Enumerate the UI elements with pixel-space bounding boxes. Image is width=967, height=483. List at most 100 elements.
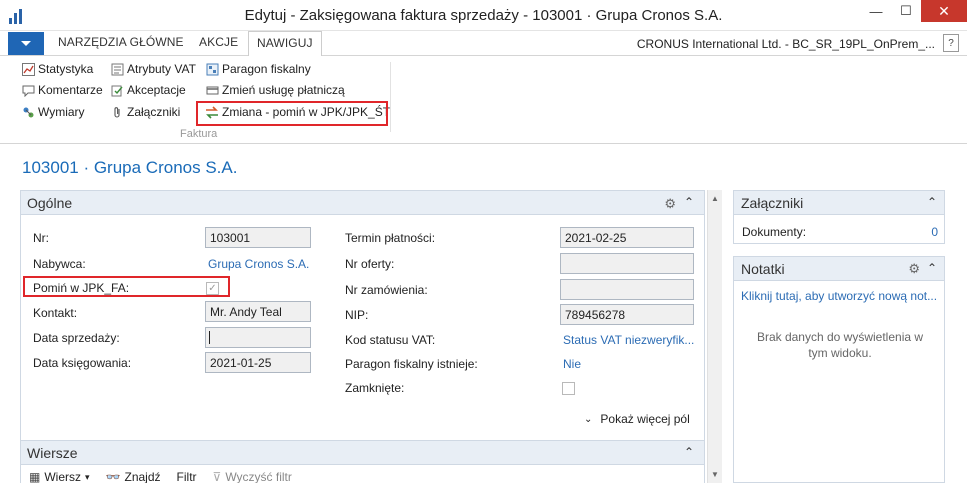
chevron-up-icon[interactable]: ⌃ [927,261,937,275]
title-bar: Edytuj - Zaksięgowana faktura sprzedaży … [0,0,967,31]
tab-akcje[interactable]: AKCJE [199,35,238,49]
notes-factbox: Notatki ⚙ ⌃ Kliknij tutaj, aby utworzyć … [733,256,945,483]
grid-icon: ▦ [29,470,41,483]
ribbon-group-label: Faktura [180,128,218,140]
lines-filter-button[interactable]: Filtr [177,470,197,483]
data-sprzedazy-field[interactable] [205,327,311,348]
paragon-fiskalny-istnieje-link[interactable]: Nie [563,357,581,371]
chevron-up-icon[interactable]: ⌃ [684,445,694,459]
notes-factbox-header[interactable]: Notatki ⚙ ⌃ [734,257,944,281]
nr-oferty-field[interactable] [560,253,694,274]
ribbon-akceptacje-button[interactable]: Akceptacje [110,83,186,97]
ribbon-label: Zmień usługę płatniczą [222,83,345,97]
nr-field[interactable]: 103001 [205,227,311,248]
vertical-scrollbar[interactable]: ▲ ▼ [707,190,722,483]
binoculars-icon: 👓 [105,470,121,483]
lines-find-button[interactable]: 👓 Znajdź [106,470,161,483]
paragon-fiskalny-istnieje-label: Paragon fiskalny istnieje: [345,357,478,371]
fiscal-receipt-icon [205,62,219,76]
ribbon-atrybuty-vat-button[interactable]: Atrybuty VAT [110,62,196,76]
clear-filter-icon: ⊽ [212,470,222,483]
attachments-factbox: Załączniki ⌃ Dokumenty: 0 [733,190,945,244]
show-more-fields-button[interactable]: ⌄ Pokaż więcej pól [584,412,690,426]
ribbon-label: Statystyka [38,62,94,76]
statistics-icon [21,62,35,76]
zamkniete-checkbox[interactable] [562,382,575,395]
tab-nawiguj[interactable]: NAWIGUJ [248,31,322,57]
ribbon-statystyka-button[interactable]: Statystyka [21,62,93,76]
termin-platnosci-field[interactable]: 2021-02-25 [560,227,694,248]
kod-statusu-vat-link[interactable]: Status VAT niezweryfik... [563,333,694,347]
lines-wiersz-menu[interactable]: ▦ Wiersz ▾ [29,470,90,483]
kod-statusu-vat-label: Kod statusu VAT: [345,333,436,347]
text-cursor [209,331,210,344]
factbox-title: Załączniki [741,195,804,211]
nip-field[interactable]: 789456278 [560,304,694,325]
ribbon-komentarze-button[interactable]: Komentarze [21,83,103,97]
documents-count-link[interactable]: 0 [931,225,938,239]
window-title: Edytuj - Zaksięgowana faktura sprzedaży … [244,7,723,24]
ribbon-zmien-usluge-platnicza-button[interactable]: Zmień usługę płatniczą [205,83,345,97]
scroll-down-icon[interactable]: ▼ [711,470,719,479]
payment-service-icon [205,83,219,97]
ribbon-label: Paragon fiskalny [222,62,311,76]
gear-icon[interactable]: ⚙ [664,196,676,212]
zamkniete-label: Zamknięte: [345,381,405,395]
ribbon-label: Załączniki [127,105,181,119]
highlight-box [196,101,388,126]
chevron-up-icon[interactable]: ⌃ [927,195,937,209]
show-more-label: Pokaż więcej pól [600,412,690,426]
general-fasttab-body: Nr: 103001 Nabywca: Grupa Cronos S.A. Po… [21,215,704,458]
tool-label: Wiersz [44,470,82,483]
chevron-down-icon: ⌄ [584,413,593,425]
ribbon-label: Wymiary [38,105,85,119]
ribbon-tab-bar: NARZĘDZIA GŁÓWNE AKCJE NAWIGUJ CRONUS In… [0,31,967,57]
data-ksiegowania-field[interactable]: 2021-01-25 [205,352,311,373]
tab-narzedzia-glowne[interactable]: NARZĘDZIA GŁÓWNE [58,35,184,49]
file-menu-button[interactable] [8,32,44,55]
fasttab-title: Wiersze [27,445,78,461]
chevron-up-icon[interactable]: ⌃ [684,195,694,209]
close-button[interactable]: ✕ [921,0,967,22]
nr-label: Nr: [33,231,49,245]
create-note-link[interactable]: Kliknij tutaj, aby utworzyć nową not... [741,289,937,303]
comments-icon [21,83,35,97]
lines-clear-filter-button[interactable]: ⊽ Wyczyść filtr [213,470,292,483]
fasttab-title: Ogólne [27,195,73,211]
ribbon-label: Komentarze [38,83,103,97]
help-icon[interactable]: ? [943,34,959,52]
nr-oferty-label: Nr oferty: [345,257,395,271]
dimensions-icon [21,105,35,119]
nabywca-label: Nabywca: [33,257,86,271]
minimize-button[interactable]: — [861,0,891,22]
lines-toolbar: ▦ Wiersz ▾ 👓 Znajdź Filtr ⊽ Wyczyść filt… [29,470,292,483]
nr-zamowienia-field[interactable] [560,279,694,300]
ribbon-zalaczniki-button[interactable]: Załączniki [110,105,180,119]
ribbon-paragon-fiskalny-button[interactable]: Paragon fiskalny [205,62,311,76]
ribbon-wymiary-button[interactable]: Wymiary [21,105,85,119]
factbox-title: Notatki [741,261,785,277]
paperclip-icon [110,105,124,119]
ribbon-label: Akceptacje [127,83,186,97]
vat-attributes-icon [110,62,124,76]
lines-fasttab-header[interactable]: Wiersze ⌃ [21,441,704,465]
general-fasttab-header[interactable]: Ogólne ⚙ ⌃ [21,191,704,215]
kontakt-field[interactable]: Mr. Andy Teal [205,301,311,322]
tool-label: Filtr [176,470,197,483]
maximize-button[interactable]: ☐ [891,0,921,22]
company-name[interactable]: CRONUS International Ltd. - BC_SR_19PL_O… [637,37,935,51]
nip-label: NIP: [345,308,369,322]
scroll-up-icon[interactable]: ▲ [711,194,719,203]
attachments-factbox-header[interactable]: Załączniki ⌃ [734,191,944,215]
gear-icon[interactable]: ⚙ [908,261,920,277]
ribbon-group-separator [390,62,391,132]
nabywca-link[interactable]: Grupa Cronos S.A. [208,257,309,271]
data-sprzedazy-label: Data sprzedaży: [33,331,120,345]
lines-fasttab: Wiersze ⌃ ▦ Wiersz ▾ 👓 Znajdź Filtr ⊽ Wy… [20,440,705,483]
page-title: 103001 · Grupa Cronos S.A. [22,158,238,177]
ribbon-label: Atrybuty VAT [127,62,196,76]
dropdown-arrow-icon: ▾ [85,471,90,482]
kontakt-label: Kontakt: [33,306,78,320]
termin-platnosci-label: Termin płatności: [345,231,436,245]
general-fasttab: Ogólne ⚙ ⌃ Nr: 103001 Nabywca: Grupa Cro… [20,190,705,459]
